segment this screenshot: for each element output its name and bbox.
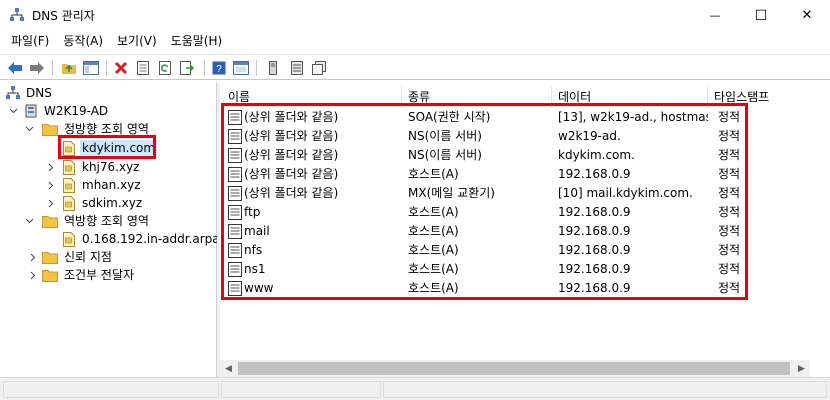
dns-icon: [6, 86, 20, 99]
forward-arrow-icon[interactable]: [28, 59, 46, 77]
delete-icon[interactable]: [112, 59, 130, 77]
expand-reverse-chevron[interactable]: [24, 216, 34, 226]
show-tree-icon[interactable]: [82, 59, 100, 77]
tree-label-reverse-zone: 0.168.192.in-addr.arpa: [82, 232, 220, 246]
list-icon[interactable]: [288, 59, 306, 77]
help-icon[interactable]: ?: [210, 59, 228, 77]
expand-zone-chevron[interactable]: [46, 180, 56, 190]
tree-label-zone-khj76: khj76.xyz: [82, 160, 140, 174]
tree-node-reverse-zones[interactable]: 역방향 조회 영역: [42, 212, 151, 230]
minimize-icon: —: [709, 9, 721, 22]
console-icon[interactable]: [232, 59, 250, 77]
zone-file-icon: [63, 177, 75, 193]
tree-label-zone-sdkim: sdkim.xyz: [82, 196, 143, 210]
tree-label-server: W2K19-AD: [44, 104, 109, 118]
zone-file-icon: [63, 195, 75, 211]
expand-forwarders-chevron[interactable]: [28, 270, 38, 280]
status-bar: [0, 377, 830, 400]
expand-trust-chevron[interactable]: [28, 252, 38, 262]
svg-text:?: ?: [216, 64, 222, 75]
tree-label-reverse-zones: 역방향 조회 영역: [64, 214, 149, 228]
tree-node-zone-sdkim[interactable]: sdkim.xyz: [62, 194, 144, 212]
toolbar: ?: [0, 54, 830, 80]
tree-node-dns[interactable]: DNS: [6, 84, 54, 102]
status-segment: [3, 381, 219, 398]
scroll-thumb[interactable]: [238, 362, 790, 375]
refresh-icon[interactable]: [156, 59, 174, 77]
close-button[interactable]: ✕: [784, 0, 830, 31]
zone-file-icon: [63, 231, 75, 247]
toolbar-separator: [256, 60, 257, 76]
menu-view[interactable]: 보기(V): [110, 31, 164, 52]
close-icon: ✕: [801, 8, 813, 23]
tree-node-zone-khj76[interactable]: khj76.xyz: [62, 158, 141, 176]
menu-bar: 파일(F) 동작(A) 보기(V) 도움말(H): [0, 31, 830, 52]
toolbar-separator: [106, 60, 107, 76]
zone-file-icon: [63, 159, 75, 175]
export-icon[interactable]: [178, 59, 196, 77]
tree-node-server[interactable]: W2K19-AD: [24, 102, 110, 120]
horizontal-scrollbar[interactable]: ◀ ▶: [220, 360, 810, 377]
tree-label-conditional-forwarders: 조건부 전달자: [64, 268, 135, 282]
expand-forward-chevron[interactable]: [24, 124, 34, 134]
tree-label-dns: DNS: [26, 86, 52, 100]
tree-node-conditional-forwarders[interactable]: 조건부 전달자: [42, 266, 136, 284]
window-title: DNS 관리자: [32, 9, 95, 23]
status-segment: [221, 381, 381, 398]
menu-help[interactable]: 도움말(H): [164, 31, 230, 52]
maximize-button[interactable]: ☐: [738, 0, 784, 31]
menu-file[interactable]: 파일(F): [4, 31, 56, 52]
menu-action[interactable]: 동작(A): [56, 31, 110, 52]
tree-node-trust-points[interactable]: 신뢰 지점: [42, 248, 114, 266]
scroll-right-arrow-icon[interactable]: ▶: [793, 360, 810, 377]
back-arrow-icon[interactable]: [6, 59, 24, 77]
scroll-left-arrow-icon[interactable]: ◀: [220, 360, 237, 377]
folder-icon: [42, 251, 58, 264]
minimize-button[interactable]: —: [692, 0, 738, 31]
server-icon[interactable]: [264, 59, 282, 77]
expand-server-chevron[interactable]: [8, 106, 18, 116]
status-segment: [383, 381, 827, 398]
expand-zone-chevron[interactable]: [46, 162, 56, 172]
tree-label-trust-points: 신뢰 지점: [64, 250, 112, 264]
tree-node-reverse-zone[interactable]: 0.168.192.in-addr.arpa: [62, 230, 222, 248]
toolbar-separator: [52, 60, 53, 76]
records-highlight: [221, 103, 748, 300]
properties-icon[interactable]: [134, 59, 152, 77]
console-tree: DNS W2K19-AD 정방향 조회 영역 kdykim.com khj76.…: [0, 82, 220, 377]
server-icon: [25, 104, 37, 118]
toolbar-separator: [204, 60, 205, 76]
tree-label-zone-mhan: mhan.xyz: [82, 178, 141, 192]
maximize-icon: ☐: [754, 7, 768, 24]
copy-icon[interactable]: [310, 59, 328, 77]
title-bar: DNS 관리자 — ☐ ✕: [0, 0, 830, 31]
tree-node-zone-mhan[interactable]: mhan.xyz: [62, 176, 143, 194]
up-folder-icon[interactable]: [60, 59, 78, 77]
folder-icon: [42, 123, 58, 136]
folder-icon: [42, 215, 58, 228]
folder-icon: [42, 269, 58, 282]
expand-zone-chevron[interactable]: [46, 198, 56, 208]
dns-app-icon: [10, 8, 24, 21]
selected-zone-highlight: [58, 135, 156, 159]
